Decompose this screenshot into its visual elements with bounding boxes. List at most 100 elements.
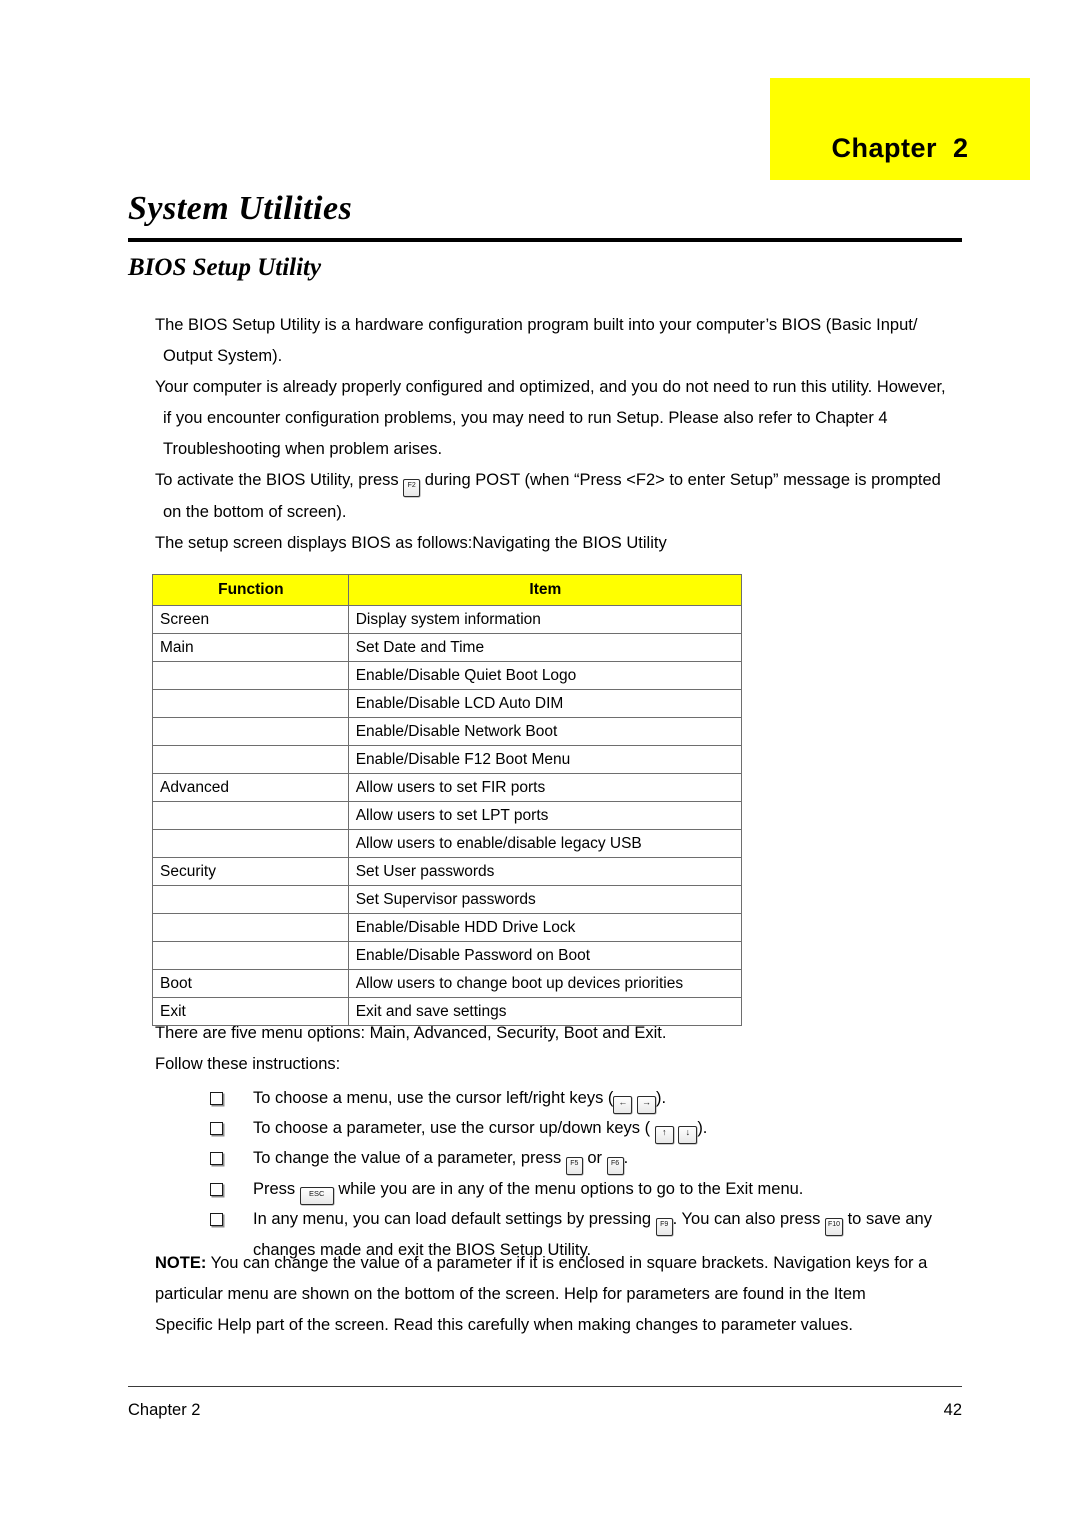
paragraph-1-line-2: Output System). xyxy=(163,347,283,365)
cell-function xyxy=(152,885,349,914)
list-item-text-middle: or xyxy=(582,1149,607,1167)
list-item-text: To choose a menu, use the cursor left/ri… xyxy=(253,1089,614,1107)
paragraph-3-line-2: on the bottom of screen). xyxy=(163,503,347,521)
cell-item: Enable/Disable Network Boot xyxy=(347,717,743,746)
f9-key-icon: F9 xyxy=(655,1218,673,1236)
table-row: Advanced Allow users to set FIR ports xyxy=(152,773,743,802)
list-item-text-after: ). xyxy=(656,1089,667,1107)
table-row: Allow users to enable/disable legacy USB xyxy=(152,829,743,858)
cell-function: Security xyxy=(152,857,349,886)
up-arrow-key-icon: ↑ xyxy=(654,1126,674,1144)
cell-item: Set User passwords xyxy=(347,857,743,886)
note-block: NOTE: You can change the value of a para… xyxy=(155,1248,960,1341)
table-row: Enable/Disable Password on Boot xyxy=(152,941,743,970)
cell-item: Enable/Disable HDD Drive Lock xyxy=(347,913,743,942)
function-item-table: Function Item Screen Display system infor… xyxy=(152,574,743,1026)
table-row: Boot Allow users to change boot up device… xyxy=(152,969,743,998)
cell-item: Enable/Disable Quiet Boot Logo xyxy=(347,661,743,690)
paragraph-3-prefix: To activate the BIOS Utility, press xyxy=(155,471,404,489)
note-line-3: Specific Help part of the screen. Read t… xyxy=(155,1316,853,1334)
f6-key-icon: F6 xyxy=(606,1157,624,1175)
note-text-1: You can change the value of a parameter … xyxy=(206,1254,928,1272)
cell-function xyxy=(152,941,349,970)
esc-key-icon: ESC xyxy=(299,1187,334,1205)
f5-key-icon: F5 xyxy=(565,1157,583,1175)
instructions-block: There are five menu options: Main, Advan… xyxy=(155,1018,960,1265)
paragraph-3-suffix: during POST (when “Press <F2> to enter S… xyxy=(420,471,941,489)
list-item-text-after: to save any xyxy=(843,1210,932,1228)
list-item-text-after: . xyxy=(623,1149,629,1167)
note-line-1: NOTE: You can change the value of a para… xyxy=(155,1248,960,1279)
cell-item: Set Supervisor passwords xyxy=(347,885,743,914)
bullet-square-icon xyxy=(210,1152,223,1165)
section-title: BIOS Setup Utility xyxy=(128,254,322,281)
title-block: System Utilities BIOS Setup Utility xyxy=(128,190,962,282)
paragraph-4: The setup screen displays BIOS as follow… xyxy=(155,534,667,552)
cell-function xyxy=(152,801,349,830)
cell-function: Boot xyxy=(152,969,349,998)
cell-function xyxy=(152,717,349,746)
intro-text-block: The BIOS Setup Utility is a hardware con… xyxy=(155,310,960,559)
note-line-2: particular menu are shown on the bottom … xyxy=(155,1285,866,1303)
list-item-text: To choose a parameter, use the cursor up… xyxy=(253,1119,655,1137)
cell-item: Allow users to enable/disable legacy USB xyxy=(347,829,743,858)
f10-key-icon: F10 xyxy=(824,1218,844,1236)
cell-item: Allow users to set LPT ports xyxy=(347,801,743,830)
table-header-row: Function Item xyxy=(152,574,743,606)
cell-item: Allow users to set FIR ports xyxy=(347,773,743,802)
list-item-text-after: ). xyxy=(697,1119,708,1137)
table-body: Screen Display system information Main Set … xyxy=(152,605,743,1026)
cell-item: Display system information xyxy=(347,605,743,634)
cell-function xyxy=(152,829,349,858)
table-row: Main Set Date and Time xyxy=(152,633,743,662)
cell-function xyxy=(152,689,349,718)
paragraph-2-line-2: if you encounter configuration problems,… xyxy=(163,409,888,427)
paragraph-2-line-1: Your computer is already properly config… xyxy=(155,378,946,396)
list-item: To change the value of a parameter, pres… xyxy=(155,1144,960,1175)
title-divider xyxy=(128,238,962,242)
cell-item: Set Date and Time xyxy=(347,633,743,662)
page-footer: Chapter 2 42 xyxy=(128,1386,962,1420)
footer-chapter-label: Chapter 2 xyxy=(128,1401,201,1419)
paragraph-1-line-1: The BIOS Setup Utility is a hardware con… xyxy=(155,316,918,334)
note-label: NOTE: xyxy=(155,1254,207,1272)
footer-page-number: 42 xyxy=(943,1401,962,1419)
table-row: Enable/Disable HDD Drive Lock xyxy=(152,913,743,942)
cell-function xyxy=(152,661,349,690)
paragraph-3-line-1: To activate the BIOS Utility, press F2 d… xyxy=(155,465,960,497)
paragraph-2-line-3: Troubleshooting when problem arises. xyxy=(163,440,443,458)
page-title: System Utilities xyxy=(128,190,353,227)
list-item-text-after: while you are in any of the menu options… xyxy=(333,1180,804,1198)
table-row: Enable/Disable LCD Auto DIM xyxy=(152,689,743,718)
instruction-list: To choose a menu, use the cursor left/ri… xyxy=(155,1084,960,1265)
column-header-item: Item xyxy=(347,574,743,606)
cell-function xyxy=(152,745,349,774)
bullet-square-icon xyxy=(210,1183,223,1196)
cell-item: Enable/Disable F12 Boot Menu xyxy=(347,745,743,774)
list-item: To choose a menu, use the cursor left/ri… xyxy=(155,1084,960,1114)
list-item-text: To change the value of a parameter, pres… xyxy=(253,1149,566,1167)
document-page: Chapter 2 System Utilities BIOS Setup Ut… xyxy=(0,0,1080,1528)
cell-function: Main xyxy=(152,633,349,662)
list-item: To choose a parameter, use the cursor up… xyxy=(155,1114,960,1144)
cell-item: Enable/Disable Password on Boot xyxy=(347,941,743,970)
bullet-square-icon xyxy=(210,1213,223,1226)
right-arrow-key-icon: → xyxy=(637,1096,657,1114)
footer-divider xyxy=(128,1386,962,1387)
follow-instructions-line: Follow these instructions: xyxy=(155,1055,341,1073)
function-item-table-wrapper: Function Item Screen Display system infor… xyxy=(152,574,743,1026)
cell-item: Enable/Disable LCD Auto DIM xyxy=(347,689,743,718)
list-item-text-middle: . You can also press xyxy=(672,1210,825,1228)
column-header-function: Function xyxy=(152,574,349,606)
cell-function xyxy=(152,913,349,942)
table-row: Allow users to set LPT ports xyxy=(152,801,743,830)
f2-key-icon: F2 xyxy=(403,479,421,497)
table-row: Enable/Disable Network Boot xyxy=(152,717,743,746)
menu-options-line: There are five menu options: Main, Advan… xyxy=(155,1024,667,1042)
cell-item: Allow users to change boot up devices pr… xyxy=(347,969,743,998)
chapter-banner-label: Chapter 2 xyxy=(831,133,969,163)
table-row: Enable/Disable Quiet Boot Logo xyxy=(152,661,743,690)
table-row: Security Set User passwords xyxy=(152,857,743,886)
cell-function: Advanced xyxy=(152,773,349,802)
table-row: Screen Display system information xyxy=(152,605,743,634)
